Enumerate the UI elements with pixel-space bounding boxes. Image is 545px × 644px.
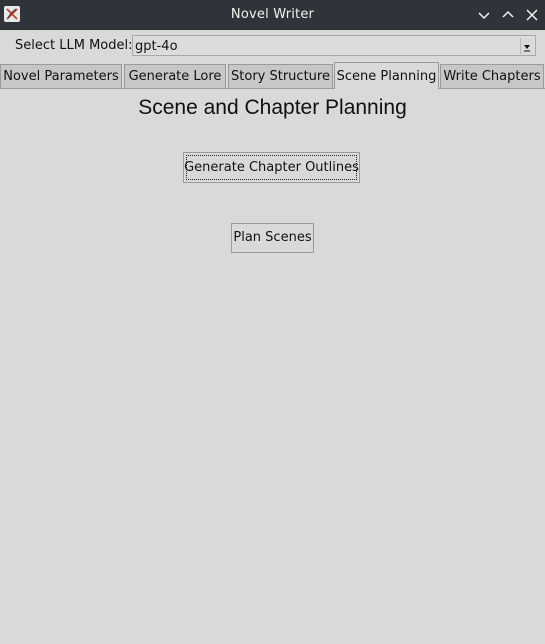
model-combobox[interactable]: gpt-4o [132,35,536,56]
minimize-icon[interactable] [476,7,492,23]
model-combobox-value: gpt-4o [135,39,178,54]
model-label: Select LLM Model: [15,38,133,53]
generate-chapter-outlines-button[interactable]: Generate Chapter Outlines [183,152,360,183]
tab-generate-lore[interactable]: Generate Lore [124,64,226,88]
maximize-icon[interactable] [500,7,516,23]
window-title: Novel Writer [230,7,315,22]
tab-write-chapters[interactable]: Write Chapters [440,64,544,88]
tab-novel-parameters[interactable]: Novel Parameters [0,64,122,88]
close-icon[interactable] [524,7,540,23]
plan-scenes-button[interactable]: Plan Scenes [231,223,314,253]
scene-planning-panel: Scene and Chapter Planning Generate Chap… [0,89,545,644]
model-selector-row: Select LLM Model: gpt-4o [0,30,545,60]
panel-heading: Scene and Chapter Planning [138,96,407,119]
dropdown-arrow-icon[interactable] [520,38,533,54]
tab-scene-planning[interactable]: Scene Planning [334,62,439,89]
title-bar: Novel Writer [0,0,545,30]
tab-bar: Novel Parameters Generate Lore Story Str… [0,62,545,89]
tab-story-structure[interactable]: Story Structure [228,64,333,88]
